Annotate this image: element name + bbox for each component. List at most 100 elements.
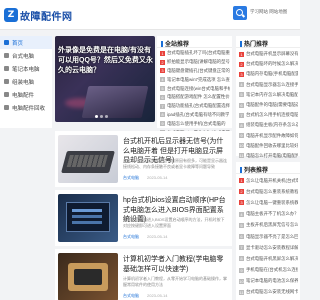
list-item[interactable]: 10 电脑配件回收去哪里比较好 [239, 141, 298, 151]
list-item-title[interactable]: 主板开机后黑屏无信号怎么办 [246, 222, 298, 228]
sidebar-item-recycle[interactable]: 电脑配件回收 [0, 101, 52, 114]
article-card[interactable]: 计算机初学者入门教程(学电脑零基础怎样可以快速学) 计算机初学者入门教程，从零开… [55, 249, 232, 300]
list-item-title[interactable]: 电脑内存电脑(手机电脑配置选择 [246, 71, 298, 77]
list-item[interactable]: 4 电脑主板开不了机怎么办？ [239, 209, 298, 220]
assembly-icon [4, 79, 9, 84]
list-item-title[interactable]: 台式电脑连接(win台式电脑和手机 [167, 86, 230, 92]
header-links[interactable]: 学习网站 网站地图 [250, 9, 287, 15]
list-item[interactable]: 4 笔记本电脑win7完成选项 怎么查看 [160, 75, 230, 84]
list-item-title[interactable]: 手机电脑在(台式机怎么连接 [246, 267, 298, 273]
list-item-title[interactable]: 台式机怎么用手机连接电脑 [246, 112, 298, 118]
article-category[interactable]: 台式电脑 [123, 175, 139, 181]
list-item-title[interactable]: 笔记本电脑win7完成选项 怎么查看 [167, 77, 230, 83]
list-item[interactable]: 1台式电脑插孔坏了吗(台式电脑重要 讲解 [160, 49, 230, 58]
list-item[interactable]: 8 台式电脑开机黑屏怎么解决 [239, 253, 298, 264]
list-item-title[interactable]: 组装电脑主板(内存条怎么选 [246, 122, 298, 128]
carousel-dots [95, 115, 108, 118]
rank-badge: 8 [239, 256, 244, 262]
list-item[interactable]: 8 组装电脑主板(内存条怎么选 [239, 120, 298, 130]
list-item[interactable]: 4 台式电脑显示器怎么连接手机 [239, 80, 298, 90]
sidebar-item-laptop[interactable]: 笔记本电脑 [0, 62, 52, 75]
list-item[interactable]: 7 台式机怎么用手机连接电脑 [239, 110, 298, 120]
article-meta: 台式电脑 2023-05-14 [123, 234, 167, 240]
carousel-dot[interactable] [95, 115, 98, 118]
list-item[interactable]: 2 抓拍能显示电脑(讲解电脑的型号代 [160, 58, 230, 67]
article-thumbnail[interactable] [58, 135, 118, 183]
list-item-title[interactable]: 怎么让电脑开机关机(台式电脑 [246, 178, 298, 184]
list-item-title[interactable]: 电脑配件回收去哪里比较好 [246, 143, 298, 149]
hero-title[interactable]: 外录像是免费是在电脑/有没有可以用QQ号？然后又免费又永久的云电脑？ [58, 46, 154, 76]
list-item-title[interactable]: 电脑键盘键插孔(台式键盘正常的 [167, 68, 230, 74]
list-item[interactable]: 3电脑内存电脑(手机电脑配置选择 [239, 69, 298, 79]
list-item-title[interactable]: 电脑开机显示配件故障如何修复 [246, 133, 298, 139]
list-item-title[interactable]: 台式电脑怎么安装无线网卡 [246, 289, 298, 295]
list-item-title[interactable]: 电脑显示器不亮了是怎么回事 [246, 234, 298, 240]
list-item-title[interactable]: 怎么让电脑一键重装系统教程 [246, 200, 298, 206]
carousel-dot[interactable] [105, 115, 108, 118]
list-item[interactable]: 9 电脑怎么使用手机(台式电脑的 [160, 119, 230, 128]
hero-banner[interactable]: 外录像是免费是在电脑/有没有可以用QQ号？然后又免费又永久的云电脑？ [55, 36, 155, 122]
carousel-dot[interactable] [100, 115, 103, 118]
list-item-title[interactable]: 电脑主板开不了机怎么办？ [246, 211, 298, 217]
list-item-title[interactable]: 笔记本内存怎么解决电脑配件 [246, 92, 298, 98]
list-item[interactable]: 5 笔记本内存怎么解决电脑配件 [239, 90, 298, 100]
list-item-title[interactable]: 台式电脑显示器怎么连接手机 [246, 82, 298, 88]
list-item-title[interactable]: 抓拍能显示电脑(讲解电脑的型号代 [167, 59, 230, 65]
logo-icon: Z [4, 8, 18, 22]
rank-badge: 6 [239, 234, 244, 240]
sidebar-item-home[interactable]: 首页 [0, 36, 52, 49]
list-item-title[interactable]: 显卡驱动怎么安装教程详解 [246, 245, 298, 251]
list-item[interactable]: 10 笔记本电脑的电池怎么保养 [239, 276, 298, 287]
list-item[interactable]: 6 电脑显示器不亮了是怎么回事 [239, 231, 298, 242]
list-item[interactable]: 6电脑配件的电脑(需要电脑选择 [239, 100, 298, 110]
article-category[interactable]: 台式电脑 [123, 234, 139, 240]
list-item[interactable]: 3 电脑键盘键插孔(台式键盘正常的 [160, 67, 230, 76]
list-item-title[interactable]: ipad插孔(台式电脑有啥不同教学 [167, 112, 229, 118]
article-category[interactable]: 台式电脑 [123, 293, 139, 299]
article-card[interactable]: hp台式机bios设置启动顺序(HP台式电脑怎么进入BIOS界面配置系统设置) … [55, 190, 232, 246]
rank-badge: 7 [239, 245, 244, 251]
site-logo[interactable]: Z 故障配件网 [4, 6, 73, 24]
list-item[interactable]: 2台式电脑坏的时候怎么解决方法 [239, 59, 298, 69]
laptop-image [81, 86, 149, 118]
list-item[interactable]: 6 电脑搭配游戏配件 怎么配置性价比 [160, 93, 230, 102]
list-item[interactable]: 11 台式电脑怎么安装无线网卡 [239, 287, 298, 298]
article-thumbnail[interactable] [58, 253, 118, 300]
list-item[interactable]: 1怎么让电脑开机关机(台式电脑 [239, 175, 298, 186]
list-item[interactable]: 11 电脑怎么打开电脑(电脑配件 [239, 151, 298, 161]
list-item[interactable]: 8 ipad插孔(台式电脑有啥不同教学 [160, 111, 230, 120]
list-item[interactable]: 9 手机电脑在(台式机怎么连接 [239, 265, 298, 276]
list-item-title[interactable]: 台式电脑坏的时候怎么解决方法 [246, 61, 298, 67]
list-item-title[interactable]: 台式电脑开机黑屏怎么解决 [246, 256, 298, 262]
list-item[interactable]: 3 怎么让电脑一键重装系统教程 [239, 197, 298, 208]
article-card[interactable]: 台式机开机后显示器无信号(为什么电脑开着 但是打开电脑显示屏显却显示无信号) 台… [55, 131, 232, 187]
list-item[interactable]: 9电脑开机显示配件故障如何修复 [239, 131, 298, 141]
sidebar-item-parts[interactable]: 电脑配件 [0, 88, 52, 101]
list-item-title[interactable]: 电脑配件的电脑(需要电脑选择 [246, 102, 298, 108]
sidebar-item-custom-pc[interactable]: 组装电脑 [0, 75, 52, 88]
list-item-title[interactable]: 电脑怎么打开电脑(电脑配件 [246, 153, 298, 159]
list-item-title[interactable]: 台式电脑插孔坏了吗(台式电脑重要 讲解 [167, 50, 230, 56]
panel-title: 全站推荐 [157, 36, 232, 48]
article-thumbnail[interactable] [58, 194, 118, 242]
list-item[interactable]: 7 显卡驱动怎么安装教程详解 [239, 242, 298, 253]
list-item[interactable]: 2台式电脑怎么重装系统教程详解 [239, 186, 298, 197]
rank-badge: 3 [160, 68, 165, 74]
home-icon [4, 40, 9, 45]
list-item[interactable]: 7 电脑功能插孔(台式电脑配置选择 [160, 102, 230, 111]
list-item[interactable]: 1台式电脑开机显示屏幕没有信号 [239, 49, 298, 59]
list-item[interactable]: 5 主板开机后黑屏无信号怎么办 [239, 220, 298, 231]
list-item-title[interactable]: 笔记本电脑的电池怎么保养 [246, 278, 298, 284]
list-item-title[interactable]: 电脑搭配游戏配件 怎么配置性价比 [167, 94, 230, 100]
sidebar-item-desktop[interactable]: 台式电脑 [0, 49, 52, 62]
list-item[interactable]: 5 台式电脑连接(win台式电脑和手机 [160, 84, 230, 93]
site-header: Z 故障配件网 学习网站 网站地图 [0, 0, 300, 30]
article-title[interactable]: 计算机初学者入门教程(学电脑零基础怎样可以快速学) [123, 255, 227, 274]
list-item-title[interactable]: 电脑功能插孔(台式电脑配置选择 [167, 103, 230, 109]
list-panel: 列表推荐 1怎么让电脑开机关机(台式电脑2台式电脑怎么重装系统教程详解3怎么让电… [236, 162, 300, 300]
list-item-title[interactable]: 电脑怎么使用手机(台式电脑的 [167, 121, 226, 127]
list-item-title[interactable]: 台式电脑开机显示屏幕没有信号 [246, 51, 298, 57]
list-item-title[interactable]: 台式电脑怎么重装系统教程详解 [246, 189, 298, 195]
panel-title: 热门推荐 [236, 36, 300, 48]
search-button[interactable] [233, 6, 247, 20]
